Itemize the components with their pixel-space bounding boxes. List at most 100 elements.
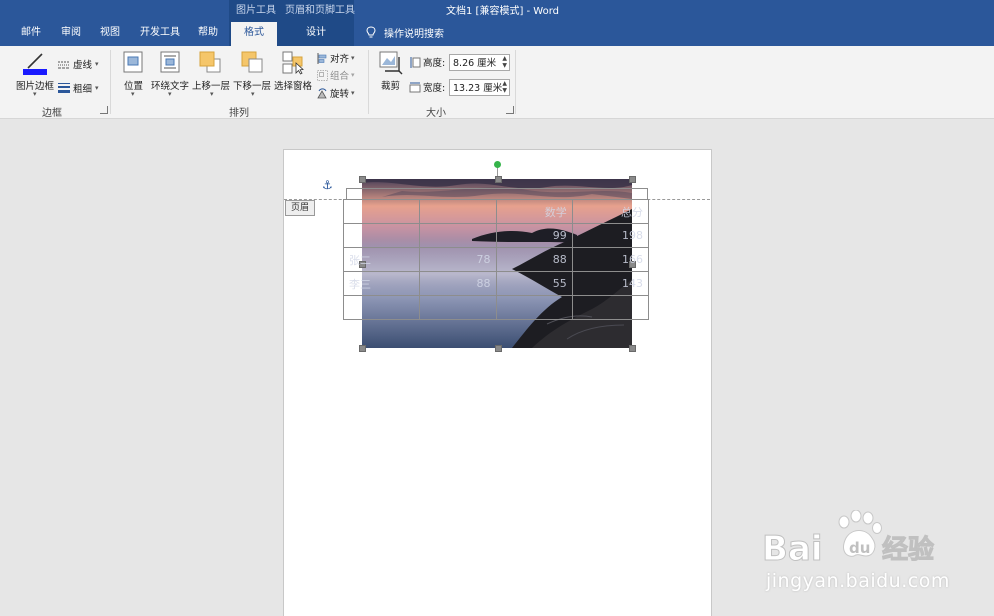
arrange-group-label: 排列 [229, 108, 249, 119]
width-input[interactable]: 13.23 厘米 ▲ ▼ [449, 79, 510, 96]
rotate-icon [317, 87, 327, 98]
baidu-paw-logo-icon: Bai du 经验 [762, 509, 935, 570]
window-title: 文档1 [兼容模式] - Word [446, 6, 560, 17]
resize-handle-bottom[interactable] [495, 345, 502, 352]
dashes-icon [58, 61, 70, 68]
table-cell[interactable]: 166 [571, 247, 650, 272]
rotate-handle[interactable] [494, 161, 501, 168]
border-group-launcher-icon[interactable] [100, 106, 108, 114]
table-cell[interactable] [342, 295, 421, 320]
position-icon [123, 51, 143, 73]
table-cell[interactable]: 143 [571, 271, 650, 296]
group-button[interactable]: 组合 ▾ [317, 68, 355, 82]
selection-pane-icon [282, 51, 304, 75]
tab-format[interactable]: 格式 [231, 22, 277, 46]
picture-border-icon [23, 53, 47, 75]
crop-icon [379, 51, 403, 75]
tab-developer[interactable]: 开发工具 [140, 26, 180, 46]
resize-handle-top-left[interactable] [359, 176, 366, 183]
crop-button[interactable] [379, 51, 403, 78]
position-button[interactable] [123, 51, 143, 76]
crop-label: 裁剪 [381, 81, 401, 92]
spin-arrows-icon[interactable]: ▲ ▼ [502, 55, 507, 69]
align-icon [317, 52, 327, 64]
table-cell[interactable]: 55 [495, 271, 573, 296]
chevron-down-icon: ▾ [131, 90, 135, 98]
bring-forward-button[interactable] [199, 51, 221, 76]
table-cell[interactable]: 88 [495, 247, 573, 272]
width-control: 宽度: [409, 80, 445, 94]
watermark-url: jingyan.baidu.com [766, 570, 950, 592]
table-cell[interactable] [419, 295, 497, 320]
selection-pane-button[interactable] [282, 51, 304, 78]
table-cell[interactable] [342, 223, 421, 248]
spin-arrows-icon[interactable]: ▲ ▼ [502, 80, 507, 94]
table-cell[interactable] [419, 223, 497, 248]
height-control: 高度: [409, 55, 445, 69]
table-row: 数学 总分 [342, 199, 650, 224]
tab-view[interactable]: 视图 [100, 26, 120, 46]
dashes-button[interactable]: 虚线 ▾ [58, 57, 99, 71]
dashes-label: 虚线 [73, 60, 93, 71]
weight-icon [58, 83, 70, 93]
tab-design[interactable]: 设计 [306, 26, 326, 46]
send-backward-icon [241, 51, 263, 73]
group-separator [515, 50, 516, 114]
size-group-launcher-icon[interactable] [506, 106, 514, 114]
tell-me-search[interactable]: 操作说明搜索 [366, 25, 444, 40]
table-cell[interactable] [571, 295, 650, 320]
table-cell[interactable]: 李三 [342, 271, 421, 296]
picture-border-button[interactable] [22, 52, 48, 79]
selection-pane-label: 选择窗格 [274, 81, 313, 92]
table-cell[interactable]: 张二 [342, 247, 421, 272]
table-cell[interactable]: 99 [495, 223, 573, 248]
header-tag: 页眉 [285, 200, 316, 216]
table-cell[interactable]: 总分 [571, 199, 650, 224]
resize-handle-bottom-right[interactable] [629, 345, 636, 352]
table-cell[interactable] [419, 199, 497, 224]
chevron-down-icon: ▾ [351, 89, 355, 97]
header-footer-tools-label: 页眉和页脚工具 [285, 5, 355, 16]
chevron-down-icon: ▾ [210, 90, 214, 98]
table-row [342, 295, 650, 320]
table-cell[interactable] [495, 295, 573, 320]
resize-handle-top-right[interactable] [629, 176, 636, 183]
chevron-down-icon: ▾ [351, 71, 355, 79]
table-cell[interactable]: 88 [419, 271, 497, 296]
data-table[interactable]: 数学 总分 99 198 张二 78 88 166 李三 88 55 143 [342, 199, 650, 320]
table-cell[interactable]: 198 [571, 223, 650, 248]
height-value: 8.26 厘米 [453, 58, 497, 69]
group-label: 组合 [330, 71, 350, 82]
chevron-down-icon: ▾ [33, 90, 37, 98]
chevron-down-icon: ▾ [95, 60, 99, 68]
tell-me-label: 操作说明搜索 [384, 29, 444, 40]
baidu-jingyan-watermark: Bai du 经验 [762, 509, 942, 571]
weight-button[interactable]: 粗细 ▾ [58, 81, 99, 95]
bring-forward-icon [199, 51, 221, 73]
size-group-label: 大小 [426, 108, 446, 119]
shape-width-icon [409, 82, 421, 92]
svg-text:du: du [849, 539, 870, 557]
rotate-button[interactable]: 旋转 ▾ [317, 86, 355, 100]
chevron-down-icon: ▾ [168, 90, 172, 98]
table-row: 99 198 [342, 223, 650, 248]
align-button[interactable]: 对齐 ▾ [317, 51, 355, 65]
table-cell[interactable]: 78 [419, 247, 497, 272]
tab-review[interactable]: 审阅 [61, 26, 81, 46]
weight-label: 粗细 [73, 84, 93, 95]
tab-help[interactable]: 帮助 [198, 26, 218, 46]
send-backward-button[interactable] [241, 51, 263, 76]
group-separator [110, 50, 111, 114]
group-objects-icon [317, 69, 328, 81]
align-label: 对齐 [330, 54, 350, 65]
resize-handle-top[interactable] [495, 176, 502, 183]
table-row: 李三 88 55 143 [342, 271, 650, 296]
table-cell[interactable]: 数学 [495, 199, 573, 224]
height-input[interactable]: 8.26 厘米 ▲ ▼ [449, 54, 510, 71]
width-label: 宽度: [423, 83, 446, 94]
tab-mailings[interactable]: 邮件 [21, 26, 41, 46]
resize-handle-bottom-left[interactable] [359, 345, 366, 352]
wrap-text-button[interactable] [160, 51, 180, 76]
svg-text:Bai: Bai [762, 529, 823, 568]
table-cell[interactable] [342, 199, 421, 224]
